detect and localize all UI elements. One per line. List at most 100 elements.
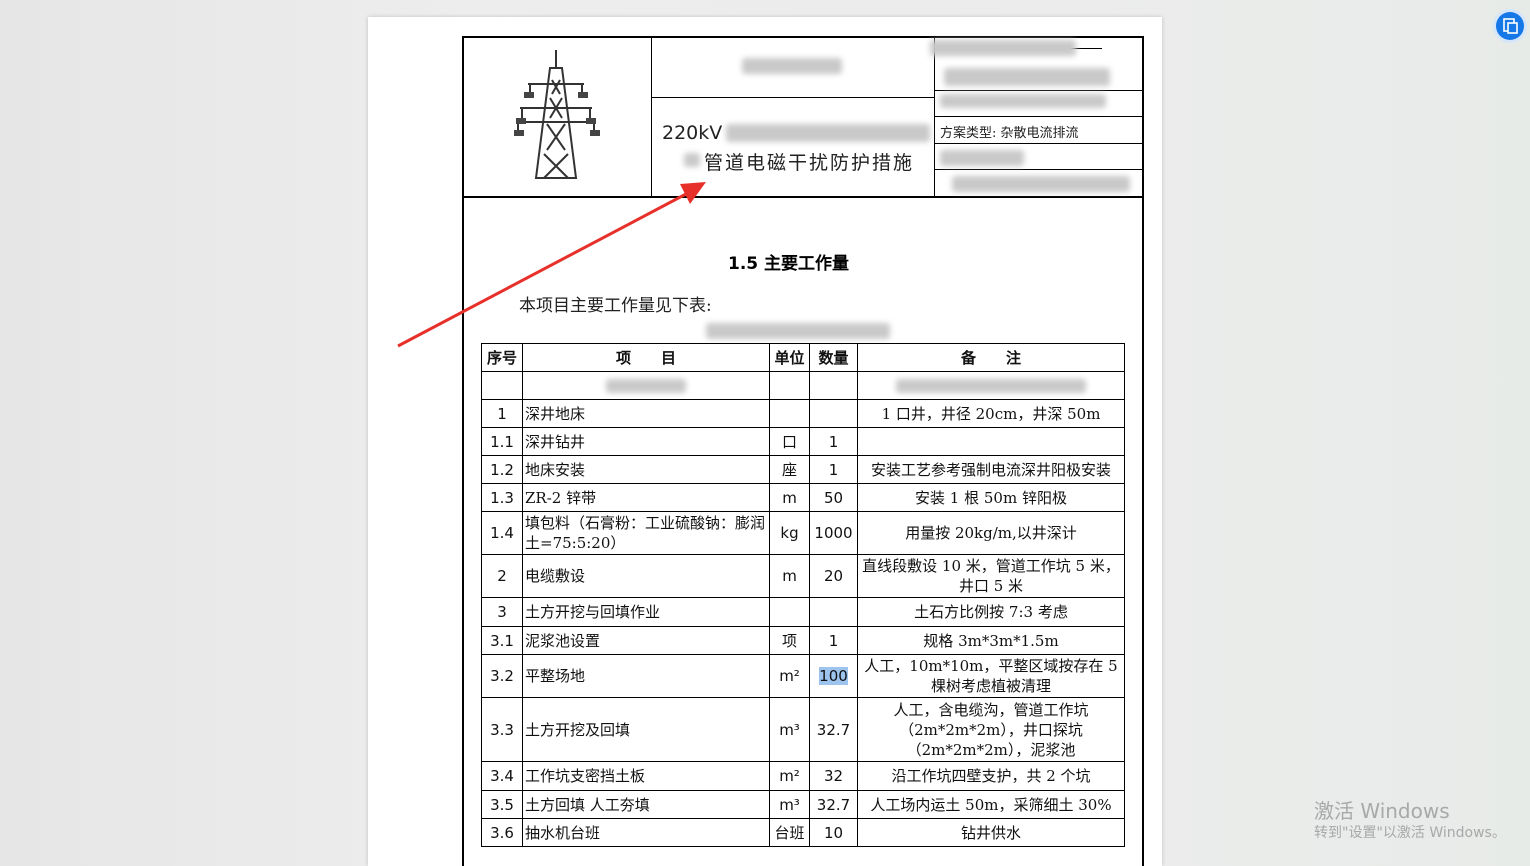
table-row: 3.1 泥浆池设置项 1 规格 3m*3m*1.5m [481,626,1125,655]
cell-no: 3.3 [481,697,523,762]
cell-no: 2 [481,554,523,598]
cell-item: 平整场地 [522,654,770,698]
cell-remark: 用量按 20kg/m,以井深计 [857,511,1125,555]
cell-no: 3.5 [481,790,523,819]
cell-item: 深井地床 [522,399,770,428]
table-row: 1.3 ZR-2 锌带 m 50 安装 1 根 50m 锌阳极 [481,483,1125,512]
cell-item: 深井钻井 [522,427,770,456]
cell-item: 土方开挖及回填 [522,697,770,762]
table-row: 3.6 抽水机台班 台班 10 钻井供水 [481,818,1125,847]
float-tool-icon[interactable] [1496,12,1524,40]
cell-unit: kg [769,511,810,555]
cell-unit: m³ [769,697,810,762]
table-row: 1.1 深井钻井口 1 [481,427,1125,456]
redacted-info-1 [930,40,1076,56]
table-row: 3.2 平整场地 m² 100 人工，10m*10m，平整区域按存在 5 棵树考虑植被清… [481,654,1125,698]
doc-title-line2: 管道电磁干扰防护措施 [704,152,915,174]
table-row-redacted [481,371,1125,400]
table-row: 3.4 工作坑支密挡土板 m² 32 沿工作坑四壁支护，共 2 个坑 [481,761,1125,791]
cell-qty: 32.7 [809,790,858,819]
cell-remark: 沿工作坑四壁支护，共 2 个坑 [857,761,1125,791]
info-line-5 [934,169,1142,170]
cell-no: 3.6 [481,818,523,847]
cell-no: 1 [481,399,523,428]
cell-qty: 32.7 [809,697,858,762]
redacted-title-prefix [684,153,700,167]
cell-qty: 1 [809,455,858,484]
info-line-2 [934,90,1142,91]
cell-qty: 32 [809,761,858,791]
cell-item: 电缆敷设 [522,554,770,598]
cell-item: 抽水机台班 [522,818,770,847]
windows-activation-subtitle: 转到"设置"以激活 Windows。 [1314,825,1506,841]
cell-remark: 人工场内运土 50m，采筛细土 30% [857,790,1125,819]
info-line-3 [934,116,1142,117]
quantities-table: 序号 项 目 单位 数量 备 注 1 深井地床 1 口井，井径 20cm，井深 50… [481,343,1125,847]
table-row: 1 深井地床 1 口井，井径 20cm，井深 50m [481,399,1125,428]
cell-unit: 座 [769,455,810,484]
cell-no: 3 [481,597,523,627]
cell-no: 3.1 [481,626,523,655]
table-row: 1.2 地床安装座 1 安装工艺参考强制电流深井阳极安装 [481,455,1125,484]
table-row: 3 土方开挖与回填作业 土石方比例按 7:3 考虑 [481,597,1125,627]
cell-item: 土方开挖与回填作业 [522,597,770,627]
redacted-info-4 [940,150,1024,166]
cell-remark [857,427,1125,456]
power-tower-icon [514,50,600,179]
cell-remark: 钻井供水 [857,818,1125,847]
cell-remark: 规格 3m*3m*1.5m [857,626,1125,655]
redacted-info-2 [944,68,1110,86]
cell-qty: 1000 [809,511,858,555]
redacted-info-5 [952,176,1130,192]
cell-qty [809,597,858,627]
cell-no: 1.4 [481,511,523,555]
cell-no: 1.3 [481,483,523,512]
table-row: 1.4 填包料（石膏粉：工业硫酸钠：膨润土=75:5:20） kg 1000 用量按 2… [481,511,1125,555]
cell-unit: 项 [769,626,810,655]
redacted-company [742,58,842,74]
cell-unit: 台班 [769,818,810,847]
cell-qty: 10 [809,818,858,847]
cell-remark: 安装工艺参考强制电流深井阳极安装 [857,455,1125,484]
table-row: 2 电缆敷设 m 20 直线段敷设 10 米，管道工作坑 5 米，井口 5 米 [481,554,1125,598]
cell-remark: 直线段敷设 10 米，管道工作坑 5 米，井口 5 米 [857,554,1125,598]
cell-unit: m [769,554,810,598]
section-heading: 1.5 主要工作量 [728,254,850,274]
table-row: 3.5 土方回填 人工夯填 m³ 32.7 人工场内运土 50m，采筛细土 30% [481,790,1125,819]
cell-no: 3.2 [481,654,523,698]
table-row: 3.3 土方开挖及回填 m³ 32.7 人工，含电缆沟，管道工作坑（2m*2m*2m），… [481,697,1125,762]
cell-item: 工作坑支密挡土板 [522,761,770,791]
redacted-table-caption [706,323,890,339]
selected-text[interactable]: 100 [819,667,848,685]
windows-activation-title: 激活 Windows [1314,799,1450,823]
cell-no: 3.4 [481,761,523,791]
cell-unit [769,597,810,627]
cell-item: 地床安装 [522,455,770,484]
annotation-arrow [397,182,706,348]
info-line-4 [934,143,1142,144]
cell-remark: 安装 1 根 50m 锌阳极 [857,483,1125,512]
cell-remark: 土石方比例按 7:3 考虑 [857,597,1125,627]
cell-qty: 20 [809,554,858,598]
col-header-remark: 备 注 [857,343,1125,372]
cell-qty: 1 [809,427,858,456]
cell-item: 土方回填 人工夯填 [522,790,770,819]
header-mid-line [651,97,935,98]
cell-qty: 100 [809,654,858,698]
cell-no: 1.1 [481,427,523,456]
cell-unit [769,399,810,428]
cell-qty: 50 [809,483,858,512]
cell-unit: m [769,483,810,512]
scheme-type: 方案类型: 杂散电流排流 [940,126,1079,141]
redacted-info-3 [940,94,1106,108]
cell-qty: 1 [809,626,858,655]
cell-remark: 人工，含电缆沟，管道工作坑（2m*2m*2m），井口探坑（2m*2m*2m），泥… [857,697,1125,762]
redacted-title [726,124,930,142]
cell-qty [809,399,858,428]
doc-title-line1: 220kV [662,122,723,144]
cell-unit: m² [769,654,810,698]
cell-item: 填包料（石膏粉：工业硫酸钠：膨润土=75:5:20） [522,511,770,555]
cell-item: 泥浆池设置 [522,626,770,655]
cell-unit: 口 [769,427,810,456]
cell-unit: m² [769,761,810,791]
